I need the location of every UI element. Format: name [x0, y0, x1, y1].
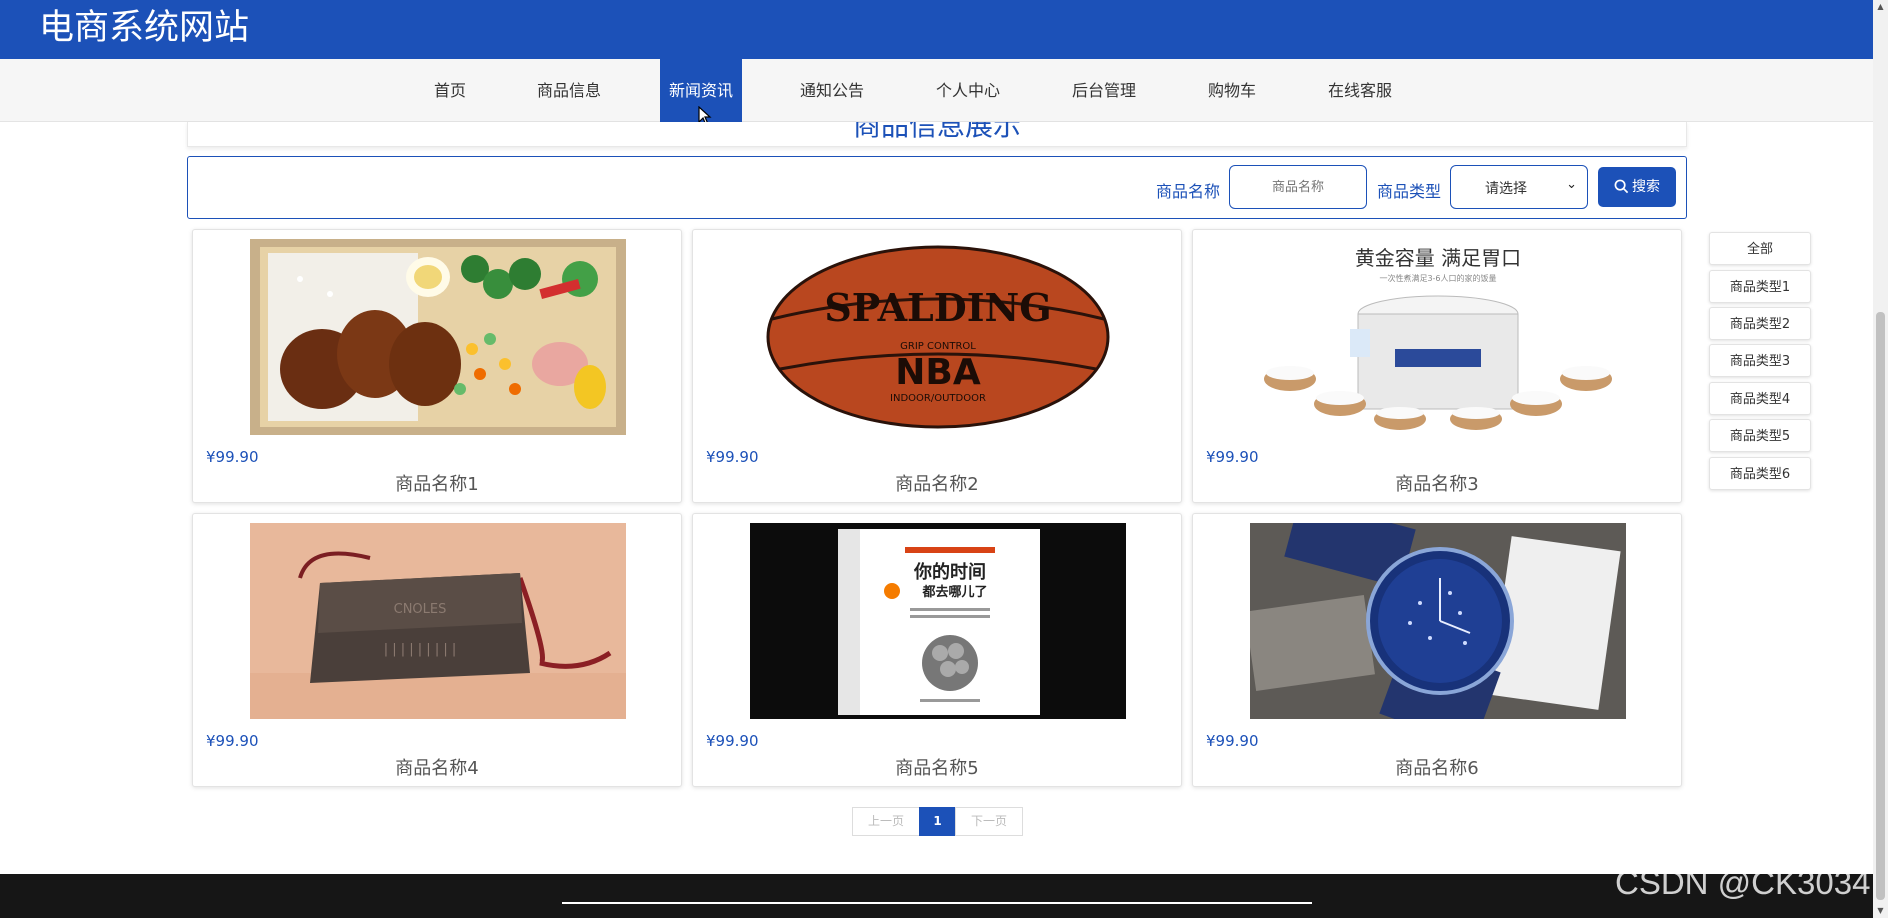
- pagination-prev-button[interactable]: 上一页: [852, 807, 920, 836]
- scroll-down-arrow-icon[interactable]: ▼: [1873, 904, 1888, 918]
- category-item[interactable]: 商品类型3: [1709, 344, 1811, 377]
- category-item[interactable]: 商品类型2: [1709, 307, 1811, 340]
- product-image-handbag[interactable]: CNOLES | | | | | | | | |: [250, 523, 626, 719]
- nav-item-products[interactable]: 商品信息: [530, 59, 608, 122]
- product-card[interactable]: ¥99.90 商品名称6: [1192, 513, 1682, 787]
- product-card[interactable]: ¥99.90 商品名称1: [192, 229, 682, 503]
- scroll-up-arrow-icon[interactable]: ▲: [1873, 0, 1888, 14]
- product-type-selected: 请选择: [1485, 181, 1527, 197]
- svg-text:| | | | | | | | |: | | | | | | | | |: [384, 642, 456, 657]
- category-item-all[interactable]: 全部: [1709, 232, 1811, 265]
- product-type-select[interactable]: 请选择 ⌄: [1450, 165, 1588, 209]
- section-title-box: 商品信息展示: [187, 122, 1687, 147]
- footer-divider: [562, 902, 1312, 904]
- product-name-input[interactable]: [1229, 165, 1367, 209]
- product-name[interactable]: 商品名称5: [693, 754, 1181, 780]
- site-title[interactable]: 电商系统网站: [39, 7, 249, 49]
- section-title: 商品信息展示: [852, 122, 1021, 142]
- nav-item-admin[interactable]: 后台管理: [1066, 59, 1142, 122]
- pagination-next-button[interactable]: 下一页: [955, 807, 1023, 836]
- search-button-label: 搜索: [1632, 179, 1660, 195]
- scrollbar-thumb[interactable]: [1876, 312, 1885, 900]
- search-icon: [1614, 179, 1629, 194]
- product-image-food[interactable]: [250, 239, 626, 435]
- main-nav: 首页 商品信息 新闻资讯 通知公告 个人中心 后台管理 购物车 在线客服: [0, 59, 1873, 122]
- product-price: ¥99.90: [706, 448, 759, 466]
- book-title-text: 你的时间: [913, 561, 986, 583]
- search-button[interactable]: 搜索: [1598, 167, 1676, 207]
- product-card[interactable]: SPALDING GRIP CONTROL NBA INDOOR/OUTDOOR…: [692, 229, 1182, 503]
- nav-item-home[interactable]: 首页: [425, 59, 475, 122]
- nav-item-customer-service[interactable]: 在线客服: [1326, 59, 1394, 122]
- product-image-rice-cooker[interactable]: 黄金容量 满足胃口 一次性煮满足3-6人口的家的饭量: [1250, 239, 1626, 435]
- product-type-label: 商品类型: [1377, 182, 1442, 201]
- product-name[interactable]: 商品名称6: [1193, 754, 1681, 780]
- category-item[interactable]: 商品类型4: [1709, 382, 1811, 415]
- nav-item-profile[interactable]: 个人中心: [930, 59, 1006, 122]
- ball-league-text: NBA: [895, 352, 981, 393]
- product-price: ¥99.90: [206, 448, 259, 466]
- product-price: ¥99.90: [206, 732, 259, 750]
- product-image-book[interactable]: 你的时间 都去哪儿了: [750, 523, 1126, 719]
- product-card[interactable]: CNOLES | | | | | | | | | ¥99.90 商品名称4: [192, 513, 682, 787]
- product-image-watch[interactable]: [1250, 523, 1626, 719]
- product-image-basketball[interactable]: SPALDING GRIP CONTROL NBA INDOOR/OUTDOOR: [750, 239, 1126, 435]
- cooker-sub-text: 一次性煮满足3-6人口的家的饭量: [1379, 273, 1496, 283]
- product-name[interactable]: 商品名称3: [1193, 470, 1681, 496]
- nav-item-notices[interactable]: 通知公告: [795, 59, 869, 122]
- ball-brand-text: SPALDING: [824, 285, 1051, 330]
- product-card[interactable]: 你的时间 都去哪儿了 ¥99.90 商品名称5: [692, 513, 1182, 787]
- site-header: 电商系统网站: [0, 0, 1873, 59]
- product-price: ¥99.90: [706, 732, 759, 750]
- bag-logo-text: CNOLES: [394, 602, 447, 617]
- product-price: ¥99.90: [1206, 732, 1259, 750]
- ball-bottom-text: INDOOR/OUTDOOR: [890, 393, 986, 404]
- product-price: ¥99.90: [1206, 448, 1259, 466]
- category-item[interactable]: 商品类型5: [1709, 419, 1811, 452]
- product-name-label: 商品名称: [1156, 182, 1221, 201]
- page-footer: [0, 874, 1873, 918]
- category-item[interactable]: 商品类型1: [1709, 270, 1811, 303]
- chevron-down-icon: ⌄: [1566, 177, 1577, 192]
- pagination-page-button[interactable]: 1: [919, 807, 956, 836]
- cooker-slogan-text: 黄金容量 满足胃口: [1355, 246, 1521, 270]
- watermark-text: CSDN @CK3034: [1615, 864, 1871, 901]
- nav-item-cart[interactable]: 购物车: [1202, 59, 1262, 122]
- book-subtitle-text: 都去哪儿了: [921, 584, 987, 600]
- ball-grip-text: GRIP CONTROL: [900, 341, 976, 352]
- product-card[interactable]: 黄金容量 满足胃口 一次性煮满足3-6人口的家的饭量 ¥99.90 商品名称3: [1192, 229, 1682, 503]
- category-item[interactable]: 商品类型6: [1709, 457, 1811, 490]
- product-name[interactable]: 商品名称2: [693, 470, 1181, 496]
- product-name[interactable]: 商品名称1: [193, 470, 681, 496]
- product-name[interactable]: 商品名称4: [193, 754, 681, 780]
